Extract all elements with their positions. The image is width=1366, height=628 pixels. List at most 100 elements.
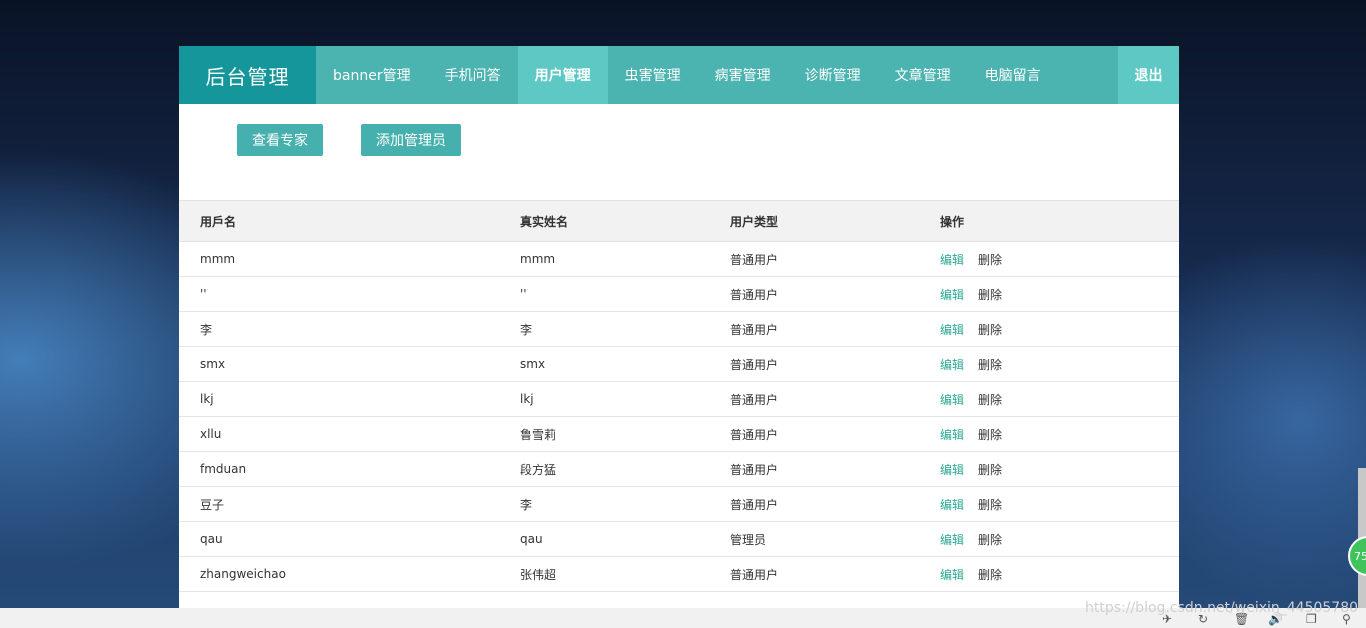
table-row: zhangweichao 张伟超 普通用户 编辑 删除	[179, 557, 1179, 592]
header-username: 用戶名	[200, 214, 237, 229]
table-row: mmm mmm 普通用户 编辑 删除	[179, 242, 1179, 277]
edit-link[interactable]: 编辑	[940, 498, 964, 512]
nav-pest[interactable]: 虫害管理	[608, 46, 698, 104]
table-row: lkj lkj 普通用户 编辑 删除	[179, 382, 1179, 417]
edit-link[interactable]: 编辑	[940, 463, 964, 477]
table-row: 豆子 李 普通用户 编辑 删除	[179, 487, 1179, 522]
table-row: '' '' 普通用户 编辑 删除	[179, 277, 1179, 312]
cell-real-name: smx	[520, 357, 546, 371]
cell-user-type: 普通用户	[730, 462, 779, 477]
cell-username: xllu	[200, 427, 222, 441]
top-nav: 后台管理 banner管理 手机问答 用户管理 虫害管理 病害管理 诊断管理 文…	[179, 46, 1179, 104]
nav-banner[interactable]: banner管理	[316, 46, 428, 104]
cell-user-type: 普通用户	[730, 252, 779, 267]
header-real-name: 真实姓名	[520, 214, 569, 229]
cell-actions: 编辑 删除	[940, 452, 1179, 487]
delete-link[interactable]: 删除	[978, 323, 1002, 337]
cell-username: 豆子	[200, 497, 225, 512]
cell-real-name: 段方猛	[520, 462, 557, 477]
user-table: 用戶名 真实姓名 用户类型 操作 mmm mmm 普通用户 编辑 删除 '' ''…	[179, 200, 1179, 592]
cell-actions: 编辑 删除	[940, 487, 1179, 522]
table-row: qau qau 管理员 编辑 删除	[179, 522, 1179, 557]
admin-panel: 后台管理 banner管理 手机问答 用户管理 虫害管理 病害管理 诊断管理 文…	[179, 46, 1179, 608]
edit-link[interactable]: 编辑	[940, 428, 964, 442]
delete-link[interactable]: 删除	[978, 533, 1002, 547]
view-experts-button[interactable]: 查看专家	[237, 124, 323, 156]
cell-actions: 编辑 删除	[940, 522, 1179, 557]
table-header: 用戶名 真实姓名 用户类型 操作	[179, 200, 1179, 242]
delete-link[interactable]: 删除	[978, 288, 1002, 302]
edit-link[interactable]: 编辑	[940, 568, 964, 582]
table-row: fmduan 段方猛 普通用户 编辑 删除	[179, 452, 1179, 487]
delete-link[interactable]: 删除	[978, 568, 1002, 582]
edit-link[interactable]: 编辑	[940, 358, 964, 372]
edit-link[interactable]: 编辑	[940, 533, 964, 547]
cell-real-name: 张伟超	[520, 567, 557, 582]
delete-link[interactable]: 删除	[978, 393, 1002, 407]
table-row: smx smx 普通用户 编辑 删除	[179, 347, 1179, 382]
cell-username: smx	[200, 357, 226, 371]
edit-link[interactable]: 编辑	[940, 288, 964, 302]
cell-username: zhangweichao	[200, 567, 286, 581]
delete-link[interactable]: 删除	[978, 498, 1002, 512]
cell-user-type: 普通用户	[730, 287, 779, 302]
edit-link[interactable]: 编辑	[940, 323, 964, 337]
brand-title: 后台管理	[179, 46, 316, 104]
cell-actions: 编辑 删除	[940, 347, 1179, 382]
cell-actions: 编辑 删除	[940, 417, 1179, 452]
cell-actions: 编辑 删除	[940, 277, 1179, 312]
cell-real-name: qau	[520, 532, 543, 546]
cell-username: lkj	[200, 392, 214, 406]
cell-user-type: 普通用户	[730, 322, 779, 337]
cell-actions: 编辑 删除	[940, 312, 1179, 347]
trash-icon[interactable]: 🗑	[1234, 612, 1249, 626]
cell-real-name: 李	[520, 497, 533, 512]
cell-user-type: 普通用户	[730, 567, 779, 582]
table-row: xllu 鲁雪莉 普通用户 编辑 删除	[179, 417, 1179, 452]
nav-pc-messages[interactable]: 电脑留言	[968, 46, 1058, 104]
cell-user-type: 普通用户	[730, 497, 779, 512]
volume-icon[interactable]: 🔊	[1268, 612, 1283, 626]
action-bar: 查看专家 添加管理员	[179, 104, 1179, 200]
floating-badge[interactable]: 75	[1348, 536, 1366, 576]
cell-real-name: mmm	[520, 252, 556, 266]
edit-link[interactable]: 编辑	[940, 393, 964, 407]
table-row: 李 李 普通用户 编辑 删除	[179, 312, 1179, 347]
edit-link[interactable]: 编辑	[940, 253, 964, 267]
cell-username: fmduan	[200, 462, 247, 476]
delete-link[interactable]: 删除	[978, 253, 1002, 267]
cell-user-type: 普通用户	[730, 427, 779, 442]
nav-mobile-qa[interactable]: 手机问答	[428, 46, 518, 104]
watermark: https://blog.csdn.net/weixin_44505780	[1085, 600, 1359, 616]
cell-user-type: 普通用户	[730, 357, 779, 372]
cell-username: ''	[200, 287, 207, 301]
refresh-icon[interactable]: ↻	[1198, 612, 1208, 626]
cell-actions: 编辑 删除	[940, 382, 1179, 417]
cell-username: qau	[200, 532, 223, 546]
cell-real-name: 李	[520, 322, 533, 337]
add-admin-button[interactable]: 添加管理员	[361, 124, 461, 156]
cell-username: mmm	[200, 252, 236, 266]
table-body: mmm mmm 普通用户 编辑 删除 '' '' 普通用户 编辑 删除 李 李 普通…	[179, 242, 1179, 592]
cell-real-name: 鲁雪莉	[520, 427, 557, 442]
nav-diagnosis[interactable]: 诊断管理	[788, 46, 878, 104]
cell-user-type: 管理员	[730, 532, 767, 547]
nav-disease[interactable]: 病害管理	[698, 46, 788, 104]
logout-button[interactable]: 退出	[1118, 46, 1179, 104]
window-icon[interactable]: ❐	[1306, 612, 1317, 626]
pin-icon[interactable]: ✈	[1162, 612, 1172, 626]
cell-real-name: ''	[520, 287, 527, 301]
cell-actions: 编辑 删除	[940, 242, 1179, 277]
zoom-icon[interactable]: ⚲	[1342, 612, 1351, 626]
nav-user-management[interactable]: 用户管理	[517, 46, 608, 104]
header-actions: 操作	[940, 214, 965, 229]
cell-real-name: lkj	[520, 392, 534, 406]
cell-user-type: 普通用户	[730, 392, 779, 407]
delete-link[interactable]: 删除	[978, 358, 1002, 372]
cell-username: 李	[200, 322, 213, 337]
delete-link[interactable]: 删除	[978, 428, 1002, 442]
delete-link[interactable]: 删除	[978, 463, 1002, 477]
cell-actions: 编辑 删除	[940, 557, 1179, 592]
nav-articles[interactable]: 文章管理	[878, 46, 968, 104]
